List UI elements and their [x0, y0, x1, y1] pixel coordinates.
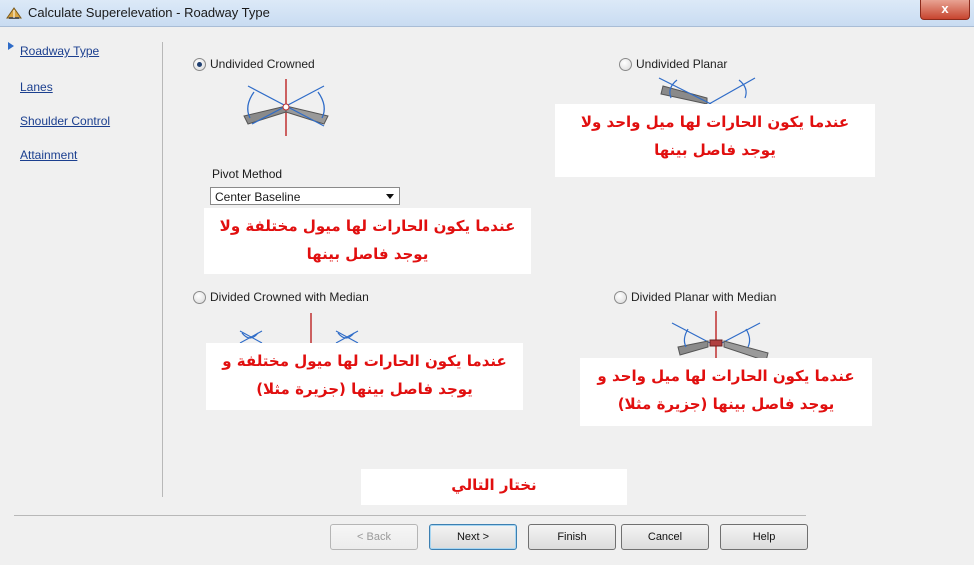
note-line: يوجد فاصل بينها (جزيرة مثلا) [617, 395, 835, 413]
note-divided-planar: عندما يكون الحارات لها ميل واحد و يوجد ف… [580, 358, 872, 426]
pivot-method-label: Pivot Method [212, 167, 283, 181]
cancel-button[interactable]: Cancel [621, 524, 709, 550]
undivided-crowned-diagram [243, 79, 329, 136]
note-next-hint: نختار التالي [361, 469, 627, 505]
option-label: Divided Planar with Median [631, 290, 777, 304]
nav-divider [162, 42, 163, 497]
current-step-arrow-icon [8, 42, 14, 50]
back-button[interactable]: < Back [330, 524, 418, 550]
close-button[interactable]: x [920, 0, 970, 20]
radio-divided-crowned-median[interactable] [193, 290, 206, 304]
note-line: يوجد فاصل بينها (جزيرة مثلا) [256, 380, 473, 398]
app-icon [6, 7, 22, 19]
nav-item-lanes[interactable]: Lanes [20, 80, 53, 94]
option-label: Undivided Crowned [210, 57, 315, 71]
note-line: يوجد فاصل بينها [306, 245, 429, 263]
divided-planar-diagram [671, 311, 769, 363]
note-line: عندما يكون الحارات لها ميول مختلفة و [222, 352, 507, 370]
option-undivided-crowned[interactable]: Undivided Crowned [193, 57, 315, 71]
nav-item-attainment[interactable]: Attainment [20, 148, 77, 162]
pivot-method-value: Center Baseline [215, 190, 301, 204]
note-divided-crowned: عندما يكون الحارات لها ميول مختلفة و يوج… [206, 343, 523, 410]
radio-undivided-crowned[interactable] [193, 57, 206, 71]
pivot-method-select[interactable]: Center Baseline [210, 187, 400, 205]
note-line: يوجد فاصل بينها [654, 141, 776, 159]
note-line: نختار التالي [451, 476, 537, 494]
undivided-planar-diagram [658, 77, 756, 104]
close-icon: x [941, 1, 949, 16]
note-undivided-crowned: عندما يكون الحارات لها ميول مختلفة ولا ي… [204, 208, 531, 274]
option-divided-planar-median[interactable]: Divided Planar with Median [614, 290, 776, 304]
window-title: Calculate Superelevation - Roadway Type [28, 5, 270, 20]
dialog-body: Roadway Type Lanes Shoulder Control Atta… [0, 27, 974, 565]
option-divided-crowned-median[interactable]: Divided Crowned with Median [193, 290, 369, 304]
note-line: عندما يكون الحارات لها ميل واحد و [597, 367, 855, 385]
note-line: عندما يكون الحارات لها ميول مختلفة ولا [219, 217, 516, 235]
option-undivided-planar[interactable]: Undivided Planar [619, 57, 727, 71]
radio-divided-planar-median[interactable] [614, 290, 627, 304]
note-undivided-planar: عندما يكون الحارات لها ميل واحد ولا يوجد… [555, 104, 875, 177]
option-label: Undivided Planar [636, 57, 728, 71]
next-button[interactable]: Next > [429, 524, 517, 550]
chevron-down-icon [386, 194, 394, 199]
help-button[interactable]: Help [720, 524, 808, 550]
note-line: عندما يكون الحارات لها ميل واحد ولا [580, 113, 850, 131]
radio-undivided-planar[interactable] [619, 57, 632, 71]
finish-button[interactable]: Finish [528, 524, 616, 550]
footer-divider [14, 515, 806, 516]
title-bar: Calculate Superelevation - Roadway Type … [0, 0, 974, 27]
nav-item-roadway-type[interactable]: Roadway Type [20, 44, 99, 58]
nav-item-shoulder-control[interactable]: Shoulder Control [20, 114, 110, 128]
option-label: Divided Crowned with Median [210, 290, 369, 304]
